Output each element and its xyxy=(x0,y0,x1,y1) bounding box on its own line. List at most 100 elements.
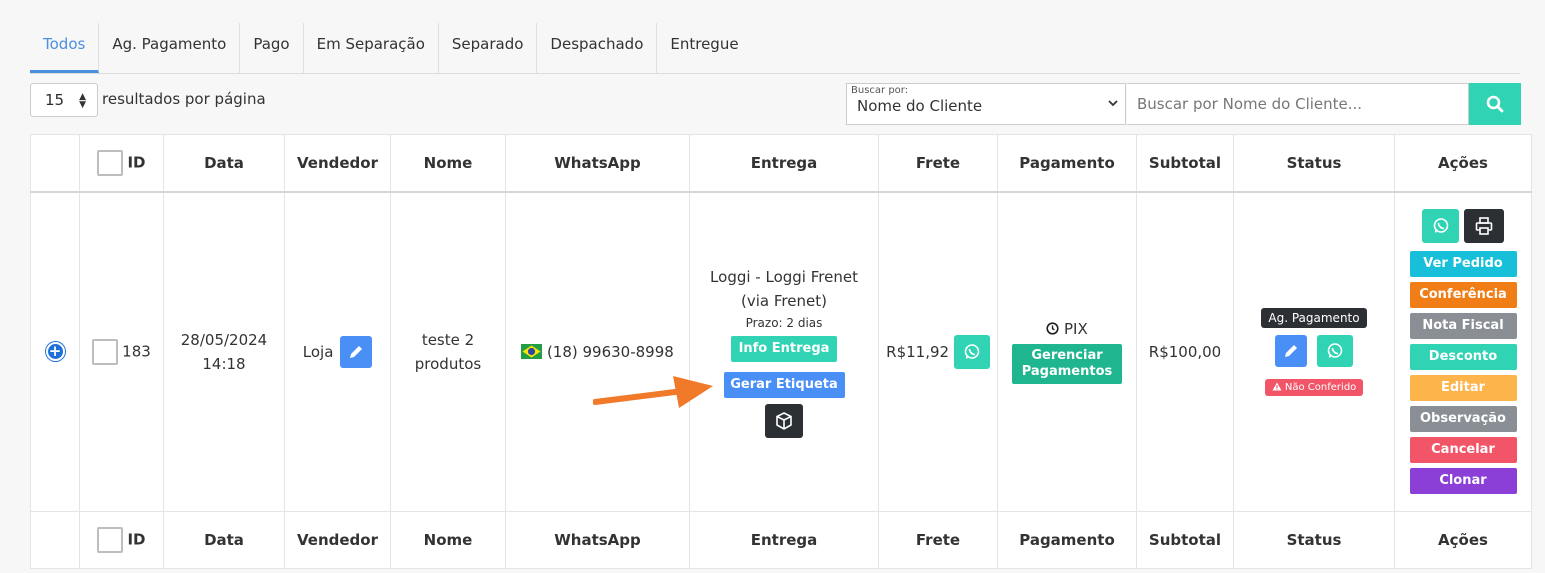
tab-despachado[interactable]: Despachado xyxy=(537,23,658,73)
printer-icon xyxy=(1475,217,1493,236)
whatsapp-number: (18) 99630-8998 xyxy=(546,342,674,361)
nota-fiscal-button[interactable]: Nota Fiscal xyxy=(1409,313,1517,340)
order-date: 28/05/2024 xyxy=(180,330,268,349)
header-id: ID xyxy=(79,134,164,193)
header-data: Data xyxy=(163,134,285,193)
footer-nome: Nome xyxy=(390,511,506,569)
footer-subtotal: Subtotal xyxy=(1136,511,1234,569)
tab-ag-pagamento[interactable]: Ag. Pagamento xyxy=(99,23,241,73)
footer-data: Data xyxy=(163,511,285,569)
entrega-cell: Loggi - Loggi Frenet (via Frenet) Prazo:… xyxy=(689,191,879,512)
search-icon xyxy=(1486,95,1504,113)
header-pagamento: Pagamento xyxy=(997,134,1137,193)
nome-cell: teste 2 produtos xyxy=(390,191,506,512)
conferencia-button[interactable]: Conferência xyxy=(1409,282,1517,309)
pencil-icon xyxy=(1284,344,1297,357)
per-page-select[interactable]: 15 ▲ ▼ xyxy=(30,83,98,117)
payment-method: PIX xyxy=(1064,319,1088,338)
print-button[interactable] xyxy=(1464,209,1504,244)
table-row: + 183 28/05/2024 14:18 Loja teste 2 prod… xyxy=(30,191,1532,512)
header-expand xyxy=(30,134,80,193)
gerenciar-pagamentos-button[interactable]: Gerenciar Pagamentos xyxy=(1012,343,1122,384)
footer-status: Status xyxy=(1233,511,1395,569)
ver-pedido-button[interactable]: Ver Pedido xyxy=(1409,251,1517,278)
edit-vendedor-button[interactable] xyxy=(340,335,373,368)
footer-vendedor: Vendedor xyxy=(284,511,391,569)
header-status: Status xyxy=(1233,134,1395,193)
date-cell: 28/05/2024 14:18 xyxy=(163,191,285,512)
row-checkbox[interactable] xyxy=(92,338,119,365)
select-all-checkbox[interactable] xyxy=(97,149,124,176)
footer-pagamento: Pagamento xyxy=(997,511,1137,569)
chevron-down-icon xyxy=(1108,100,1118,107)
footer-select-all-checkbox[interactable] xyxy=(97,527,124,553)
search-button[interactable] xyxy=(1469,83,1521,125)
vendedor-name: Loja xyxy=(302,342,334,361)
expand-cell: + xyxy=(30,191,80,512)
subtotal-cell: R$100,00 xyxy=(1136,191,1234,512)
footer-id: ID xyxy=(79,511,164,569)
table-footer: ID Data Vendedor Nome WhatsApp Entrega F… xyxy=(30,511,1532,569)
header-entrega: Entrega xyxy=(689,134,879,193)
sort-arrows-icon: ▲ ▼ xyxy=(79,92,86,110)
order-time: 14:18 xyxy=(202,354,246,373)
shipping-deadline: Prazo: 2 dias xyxy=(745,316,823,331)
per-page-value: 15 xyxy=(45,91,65,109)
vendedor-cell: Loja xyxy=(284,191,391,512)
status-whatsapp-button[interactable] xyxy=(1317,334,1354,367)
clonar-button[interactable]: Clonar xyxy=(1409,468,1517,495)
status-cell: Ag. Pagamento Não Conferido xyxy=(1233,191,1395,512)
tab-todos[interactable]: Todos xyxy=(30,23,100,73)
expand-row-icon[interactable]: + xyxy=(45,342,65,362)
orders-table: ID Data Vendedor Nome WhatsApp Entrega F… xyxy=(30,134,1532,569)
box-icon xyxy=(776,412,792,431)
shipping-method-line2: (via Frenet) xyxy=(741,292,827,311)
status-tabs: Todos Ag. Pagamento Pago Em Separação Se… xyxy=(30,23,1520,74)
warning-icon xyxy=(1272,382,1282,391)
shipping-method-line1: Loggi - Loggi Frenet xyxy=(710,268,858,287)
whatsapp-icon xyxy=(1328,342,1343,358)
footer-expand xyxy=(30,511,80,569)
frete-whatsapp-button[interactable] xyxy=(953,334,990,369)
whatsapp-cell: (18) 99630-8998 xyxy=(505,191,690,512)
edit-status-button[interactable] xyxy=(1274,334,1307,367)
id-cell: 183 xyxy=(79,191,164,512)
per-page-label: resultados por página xyxy=(102,90,266,108)
footer-entrega: Entrega xyxy=(689,511,879,569)
frete-value: R$11,92 xyxy=(886,342,950,361)
footer-frete: Frete xyxy=(878,511,998,569)
brazil-flag-icon xyxy=(521,343,543,359)
tab-pago[interactable]: Pago xyxy=(240,23,304,73)
cancelar-button[interactable]: Cancelar xyxy=(1409,437,1517,464)
acoes-cell: Ver Pedido Conferência Nota Fiscal Desco… xyxy=(1394,191,1532,512)
tab-separado[interactable]: Separado xyxy=(439,23,538,73)
pencil-icon xyxy=(350,345,363,358)
frete-cell: R$11,92 xyxy=(878,191,998,512)
gerar-etiqueta-button[interactable]: Gerar Etiqueta xyxy=(723,372,845,399)
nao-conferido-badge: Não Conferido xyxy=(1264,378,1364,396)
pagamento-cell: PIX Gerenciar Pagamentos xyxy=(997,191,1137,512)
tab-entregue[interactable]: Entregue xyxy=(657,23,751,73)
tab-em-separacao[interactable]: Em Separação xyxy=(304,23,439,73)
package-button[interactable] xyxy=(765,404,803,439)
customer-name-line1: teste 2 xyxy=(421,330,475,349)
clock-icon xyxy=(1046,322,1059,335)
customer-name-line2: produtos xyxy=(414,354,482,373)
header-vendedor: Vendedor xyxy=(284,134,391,193)
header-acoes: Ações xyxy=(1394,134,1532,193)
search-by-select[interactable]: Buscar por: Nome do Cliente xyxy=(846,83,1126,125)
acoes-whatsapp-button[interactable] xyxy=(1422,209,1459,244)
editar-button[interactable]: Editar xyxy=(1409,375,1517,402)
order-id: 183 xyxy=(122,342,151,361)
status-badge: Ag. Pagamento xyxy=(1261,307,1367,328)
header-subtotal: Subtotal xyxy=(1136,134,1234,193)
table-header: ID Data Vendedor Nome WhatsApp Entrega F… xyxy=(30,134,1532,193)
search-by-value: Nome do Cliente xyxy=(857,97,983,115)
header-frete: Frete xyxy=(878,134,998,193)
search-input[interactable] xyxy=(1127,83,1469,125)
footer-acoes: Ações xyxy=(1394,511,1532,569)
desconto-button[interactable]: Desconto xyxy=(1409,344,1517,371)
whatsapp-icon xyxy=(964,343,980,359)
observacao-button[interactable]: Observação xyxy=(1409,406,1517,433)
info-entrega-button[interactable]: Info Entrega xyxy=(731,336,837,363)
